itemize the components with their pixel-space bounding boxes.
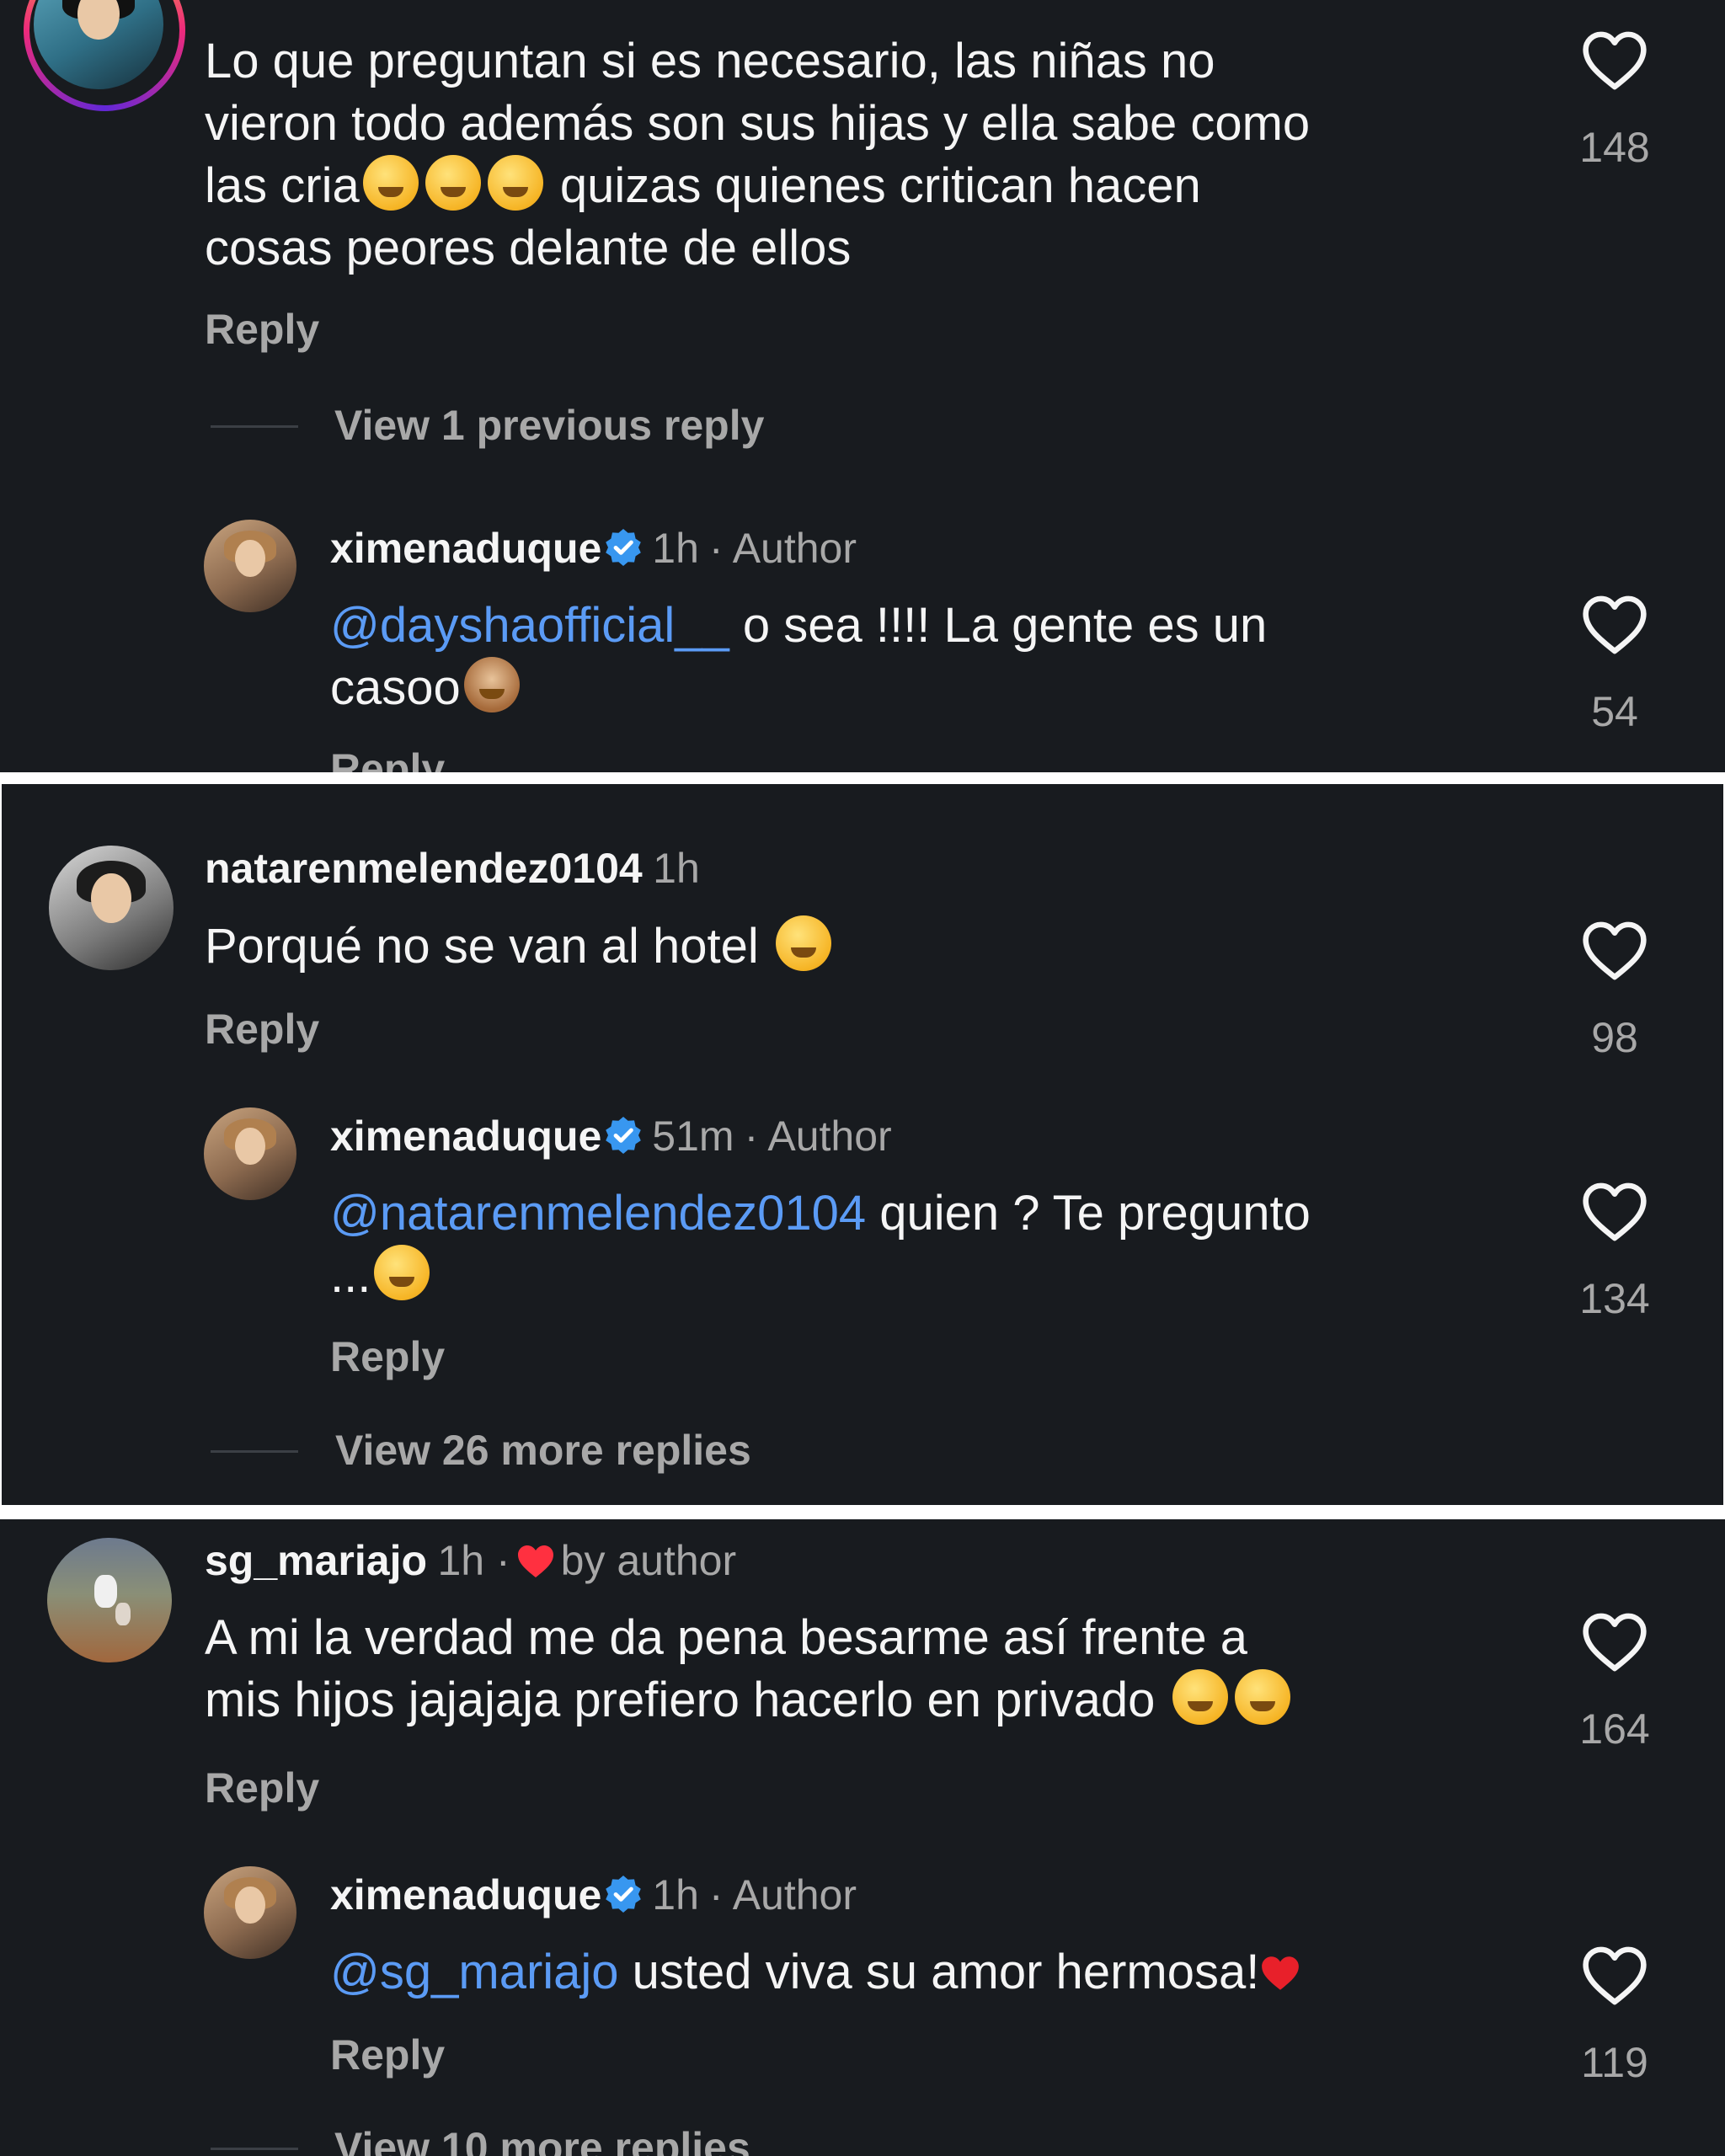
liked-by-author-label: by author xyxy=(560,1537,737,1584)
comment-text: Porqué no se van al hotel xyxy=(205,915,1468,978)
like-heart-icon[interactable] xyxy=(1581,595,1648,655)
like-heart-icon[interactable] xyxy=(1581,1945,1648,2006)
laughing-emoji xyxy=(425,155,481,211)
username[interactable]: sg_mariajo xyxy=(205,1537,427,1584)
reply-button[interactable]: Reply xyxy=(205,305,319,354)
like-heart-icon[interactable] xyxy=(1581,1612,1648,1673)
username[interactable]: ximenaduque xyxy=(330,525,601,572)
comment-thread-3: sg_mariajo 1h · by author A mi la verdad … xyxy=(0,1519,1725,2156)
timestamp: 1h · xyxy=(437,1537,510,1584)
hand-over-mouth-emoji xyxy=(1172,1669,1228,1725)
comment-text: @sg_mariajo usted viva su amor hermosa! xyxy=(330,1941,1543,2004)
comment-header: ximenaduque 1h · Author xyxy=(330,1870,857,1919)
story-ring-avatar[interactable] xyxy=(24,0,185,111)
timestamp: 1h xyxy=(652,525,699,572)
like-heart-icon[interactable] xyxy=(1581,30,1648,91)
liked-by-author-heart-icon xyxy=(517,1545,553,1577)
view-more-replies-button[interactable]: View 26 more replies xyxy=(335,1426,751,1475)
like-count: 134 xyxy=(1579,1275,1650,1322)
comment-header: ximenaduque 51m · Author xyxy=(330,1112,892,1161)
avatar[interactable] xyxy=(204,1107,296,1200)
verified-badge-icon xyxy=(606,1117,642,1154)
divider-line xyxy=(211,425,298,428)
like-count: 98 xyxy=(1591,1014,1638,1061)
laughing-emoji xyxy=(487,155,543,211)
mention-link[interactable]: @natarenmelendez0104 xyxy=(330,1186,866,1241)
like-heart-icon[interactable] xyxy=(1581,1182,1648,1242)
reply-button[interactable]: Reply xyxy=(205,1764,319,1812)
comment-text: A mi la verdad me da pena besarme así fr… xyxy=(205,1607,1519,1732)
thinking-face-emoji xyxy=(775,915,831,971)
comment-text: @dayshaofficial__ o sea !!!! La gente es… xyxy=(330,598,1268,715)
laughing-emoji xyxy=(362,155,419,211)
verified-badge-icon xyxy=(606,1876,642,1913)
hand-over-mouth-emoji xyxy=(1234,1669,1290,1725)
mention-link[interactable]: @dayshaofficial__ xyxy=(330,598,729,653)
divider-line xyxy=(211,1450,298,1453)
comment-header: sg_mariajo 1h · by author xyxy=(205,1536,736,1585)
dizzy-face-emoji xyxy=(374,1245,430,1300)
reply-button[interactable]: Reply xyxy=(330,1332,445,1381)
username[interactable]: ximenaduque xyxy=(330,1113,601,1160)
comment-header: natarenmelendez0104 1h xyxy=(205,844,700,893)
author-tag: · Author xyxy=(708,525,857,572)
comment-thread-1: Lo que preguntan si es necesario, las ni… xyxy=(0,0,1725,772)
red-heart-emoji xyxy=(1262,1956,1300,1990)
timestamp: 1h xyxy=(652,1871,699,1919)
username[interactable]: natarenmelendez0104 xyxy=(205,845,643,892)
view-more-replies-button[interactable]: View 10 more replies xyxy=(334,2123,750,2156)
mention-link[interactable]: @sg_mariajo xyxy=(330,1945,619,1999)
timestamp: 1h xyxy=(653,845,700,892)
avatar[interactable] xyxy=(49,846,174,970)
divider-line xyxy=(211,2148,298,2150)
comment-text: @natarenmelendez0104 quien ? Te pregunto… xyxy=(330,1186,1311,1303)
reply-button[interactable]: Reply xyxy=(330,744,445,772)
reply-button[interactable]: Reply xyxy=(205,1005,319,1054)
view-previous-replies-button[interactable]: View 1 previous reply xyxy=(334,401,764,450)
avatar[interactable] xyxy=(47,1538,172,1662)
reply-button[interactable]: Reply xyxy=(330,2031,445,2079)
verified-badge-icon xyxy=(606,529,642,566)
like-count: 119 xyxy=(1581,2039,1648,2086)
like-count: 54 xyxy=(1591,688,1638,735)
timestamp: 51m xyxy=(652,1113,734,1160)
author-tag: · Author xyxy=(708,1871,857,1919)
see-no-evil-monkey-emoji xyxy=(463,657,520,712)
author-tag: · Author xyxy=(744,1113,892,1160)
comment-text: Lo que preguntan si es necesario, las ni… xyxy=(205,34,1311,275)
comment-header: ximenaduque 1h · Author xyxy=(330,524,857,573)
like-count: 164 xyxy=(1579,1705,1650,1753)
avatar[interactable] xyxy=(204,520,296,612)
like-count: 148 xyxy=(1579,124,1650,171)
username[interactable]: ximenaduque xyxy=(330,1871,601,1919)
avatar[interactable] xyxy=(204,1866,296,1959)
like-heart-icon[interactable] xyxy=(1581,921,1648,981)
comment-thread-2: natarenmelendez0104 1h Porqué no se van … xyxy=(2,784,1723,1505)
